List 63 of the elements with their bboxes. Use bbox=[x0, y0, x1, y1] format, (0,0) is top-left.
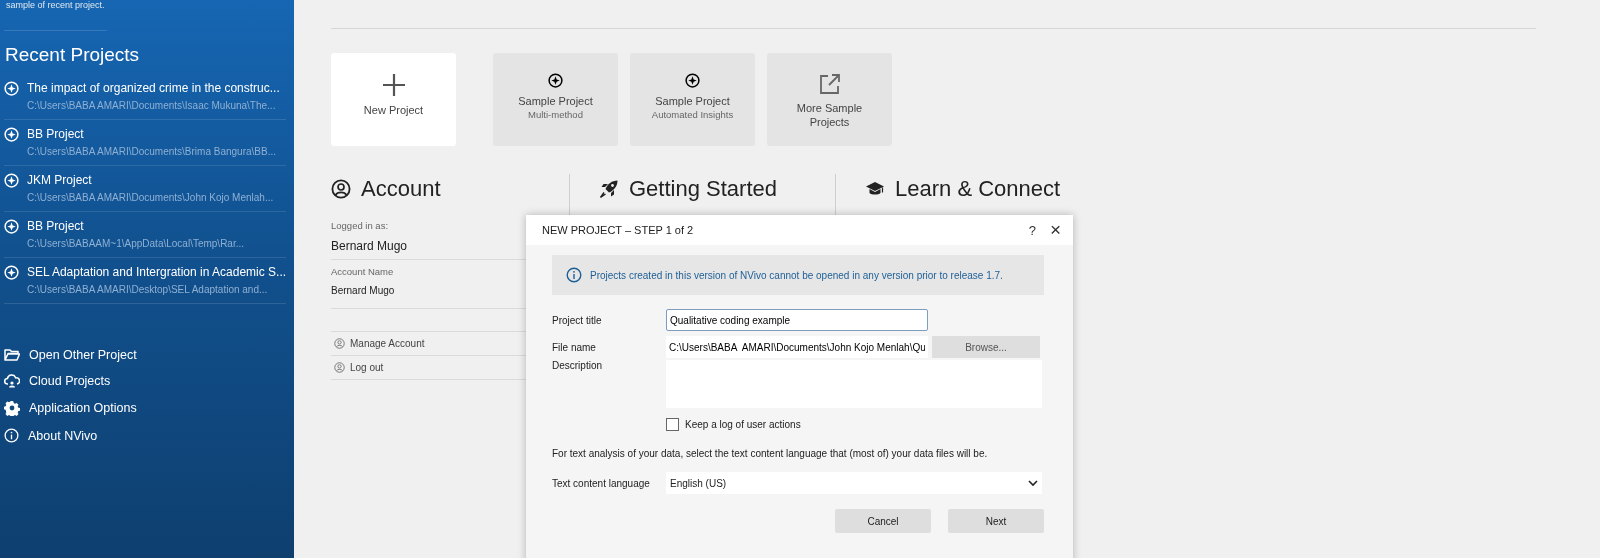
project-path: C:\Users\BABAAM~1\AppData\Local\Temp\Rar... bbox=[27, 238, 245, 249]
section-heading: Account bbox=[361, 176, 441, 202]
field-label: Description bbox=[552, 360, 604, 371]
sidebar-link[interactable]: Open Other Project bbox=[29, 348, 137, 362]
star-circle-icon bbox=[548, 73, 563, 88]
info-icon bbox=[566, 267, 582, 283]
browse-button[interactable]: Browse... bbox=[932, 336, 1040, 358]
field-label: Text content language bbox=[552, 477, 651, 489]
field-label: Logged in as: bbox=[331, 220, 389, 231]
section-heading: Learn & Connect bbox=[895, 176, 1061, 202]
plus-icon bbox=[381, 73, 406, 97]
sample-project-tile[interactable]: Sample Project Automated Insights bbox=[630, 53, 755, 146]
recent-project-link[interactable]: BB Project bbox=[27, 127, 84, 141]
project-path: C:\Users\BABA AMARI\Documents\Brima Bangura\BB... bbox=[27, 146, 276, 157]
star-circle-icon bbox=[4, 81, 19, 96]
sidebar-note: sample of recent project. bbox=[4, 0, 107, 31]
recent-project-link[interactable]: BB Project bbox=[27, 219, 84, 233]
graduation-cap-icon bbox=[865, 181, 885, 197]
user-icon bbox=[334, 338, 345, 349]
checkbox-label: Keep a log of user actions bbox=[685, 419, 801, 430]
info-icon bbox=[4, 428, 19, 443]
next-button[interactable]: Next bbox=[948, 509, 1044, 533]
field-label: Project title bbox=[552, 314, 603, 326]
recent-project-link[interactable]: JKM Project bbox=[27, 173, 92, 187]
recent-project-link[interactable]: SEL Adaptation and Intergration in Academic S... bbox=[27, 265, 287, 279]
more-samples-tile[interactable]: More Sample Projects bbox=[767, 53, 892, 146]
cancel-button[interactable]: Cancel bbox=[835, 509, 931, 533]
recent-project-link[interactable]: The impact of organized crime in the construc... bbox=[27, 81, 280, 95]
star-circle-icon bbox=[4, 219, 19, 234]
star-circle-icon bbox=[4, 173, 19, 188]
sidebar-link[interactable]: Application Options bbox=[29, 401, 137, 415]
account-link[interactable]: Manage Account bbox=[350, 338, 425, 349]
field-label: Account Name bbox=[331, 266, 394, 277]
star-circle-icon bbox=[685, 73, 700, 88]
external-link-icon bbox=[818, 73, 841, 95]
new-project-tile[interactable]: New Project bbox=[331, 53, 456, 146]
section-heading: Recent Projects bbox=[5, 44, 140, 66]
settings-icon bbox=[4, 400, 20, 416]
chevron-down-icon bbox=[1028, 479, 1038, 487]
info-message: Projects created in this version of NVivo cannot be opened in any version prior to release 1.7. bbox=[590, 269, 1003, 281]
field-label: File name bbox=[552, 341, 597, 353]
section-heading: Getting Started bbox=[629, 176, 777, 202]
project-path: C:\Users\BABA AMARI\Desktop\SEL Adaptation and... bbox=[27, 284, 268, 295]
star-circle-icon bbox=[4, 265, 19, 280]
language-dropdown[interactable]: English (US) bbox=[666, 472, 1042, 494]
language-note: For text analysis of your data, select the text content language that (most of) your data files will be. bbox=[552, 448, 989, 459]
project-title-field[interactable]: Qualitative coding example bbox=[666, 309, 928, 331]
file-name-field[interactable]: C:\Users\BABA AMARI\Documents\John Kojo Menlah\Qu bbox=[666, 336, 928, 358]
user-icon bbox=[334, 362, 345, 373]
account-link[interactable]: Log out bbox=[350, 362, 384, 373]
help-button[interactable]: ? bbox=[1026, 222, 1038, 238]
rocket-icon bbox=[599, 179, 619, 199]
folder-icon bbox=[4, 348, 20, 362]
sidebar-link[interactable]: About NVivo bbox=[28, 428, 98, 443]
project-path: C:\Users\BABA AMARI\Documents\John Kojo Menlah... bbox=[27, 192, 274, 203]
sample-project-tile[interactable]: Sample Project Multi-method bbox=[493, 53, 618, 146]
cloud-icon bbox=[4, 374, 20, 388]
project-path: C:\Users\BABA AMARI\Documents\Isaac Mukuna\The... bbox=[27, 100, 276, 111]
close-button[interactable]: × bbox=[1047, 219, 1063, 241]
user-icon bbox=[331, 179, 351, 199]
sidebar-link[interactable]: Cloud Projects bbox=[29, 374, 111, 388]
star-circle-icon bbox=[4, 127, 19, 142]
checkbox[interactable] bbox=[666, 418, 679, 431]
